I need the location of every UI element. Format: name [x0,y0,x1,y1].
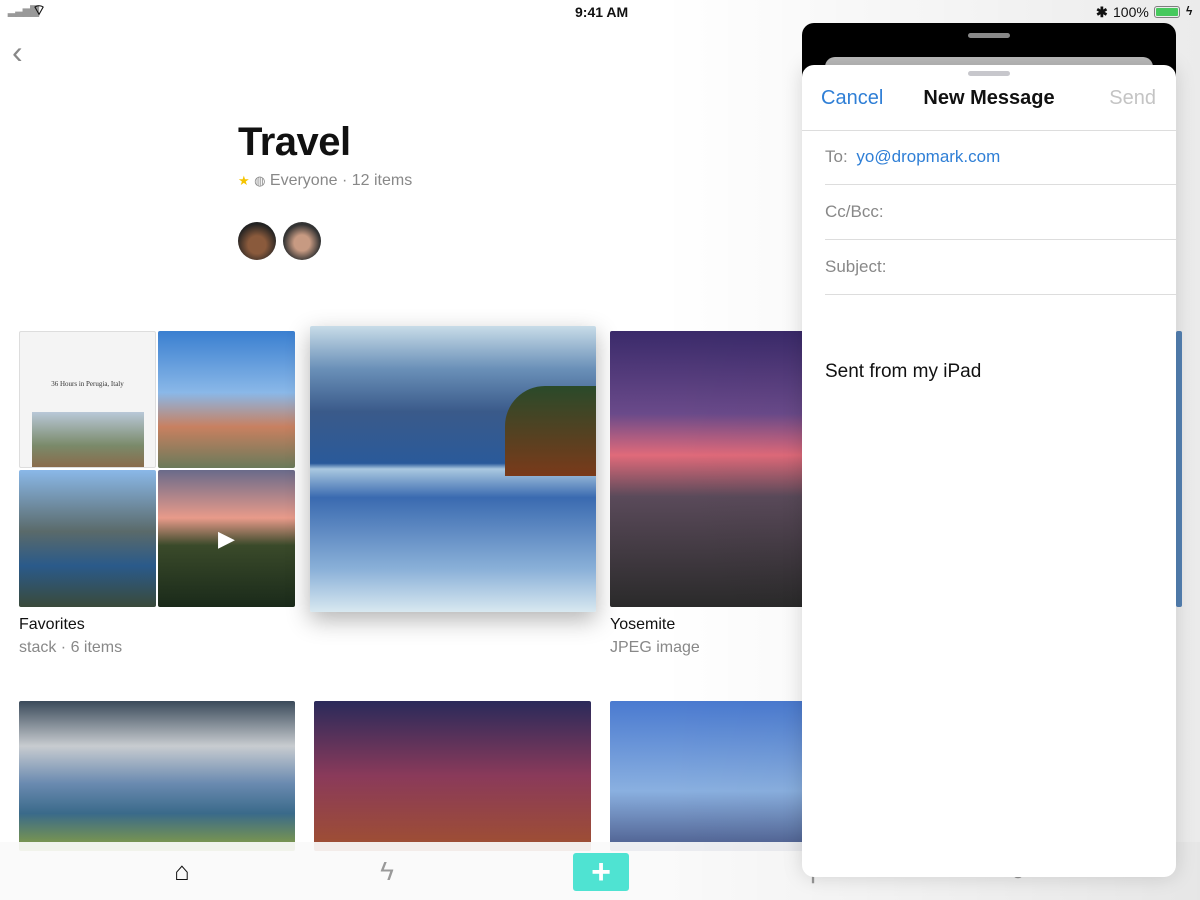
grabber-handle[interactable] [968,33,1010,38]
item-title: Yosemite [610,616,676,633]
home-icon[interactable]: ⌂ [162,856,202,887]
lightning-icon[interactable]: ϟ [367,856,407,887]
collection-title: Travel [238,120,351,164]
stack-tile-favorites[interactable]: 36 Hours in Perugia, Italy ▶ [19,331,295,607]
city-photo [158,331,295,468]
message-body[interactable]: Sent from my iPad [825,361,981,383]
collection-meta: ★ ◍ Everyone · 12 items [238,172,412,190]
to-field[interactable]: To: yo@dropmark.com [825,130,1176,185]
recipient[interactable]: yo@dropmark.com [856,147,1000,166]
charging-icon: ϟ [1186,4,1193,18]
subject-label: Subject: [825,257,887,276]
subject-field[interactable]: Subject: [825,240,1176,295]
cc-bcc-field[interactable]: Cc/Bcc: [825,185,1176,240]
mail-compose-sheet: Cancel New Message Send To: yo@dropmark.… [802,65,1176,877]
bluetooth-icon: ✱ [1096,4,1108,20]
item-title: Favorites [19,616,85,633]
lake-photo-tile[interactable] [310,326,596,612]
battery-percent: 100% [1113,4,1149,20]
wifi-icon: ⌔ [32,2,47,19]
video-thumbnail: ▶ [158,470,295,607]
separator: · [341,172,348,189]
visibility-label: Everyone [269,172,338,189]
add-button[interactable]: + [573,853,629,891]
yosemite-photo-tile[interactable] [610,331,810,607]
item-meta: stack · 6 items [19,639,123,656]
grabber-handle[interactable] [968,71,1010,76]
globe-icon: ◍ [254,173,266,188]
back-button[interactable]: ‹ [12,34,23,71]
send-button[interactable]: Send [1109,87,1156,110]
clouds-photo-tile[interactable] [19,701,295,851]
battery-icon [1154,6,1180,18]
status-bar: ▂▃▅▇ ⌔ 9:41 AM ✱ 100% ϟ [0,0,1200,24]
star-icon: ★ [238,173,250,188]
avatar[interactable] [238,222,276,260]
play-icon: ▶ [218,526,235,551]
article-thumbnail: 36 Hours in Perugia, Italy [19,331,156,468]
item-meta: JPEG image [610,639,700,656]
clock: 9:41 AM [575,4,629,20]
fjord-photo [19,470,156,607]
avatar[interactable] [283,222,321,260]
cancel-button[interactable]: Cancel [821,87,883,110]
item-count: 12 items [351,172,413,189]
to-label: To: [825,147,848,166]
mountain-photo-tile[interactable] [610,701,810,851]
arch-photo-tile[interactable] [314,701,591,851]
photo-tile[interactable] [1176,331,1182,607]
cc-label: Cc/Bcc: [825,202,884,221]
